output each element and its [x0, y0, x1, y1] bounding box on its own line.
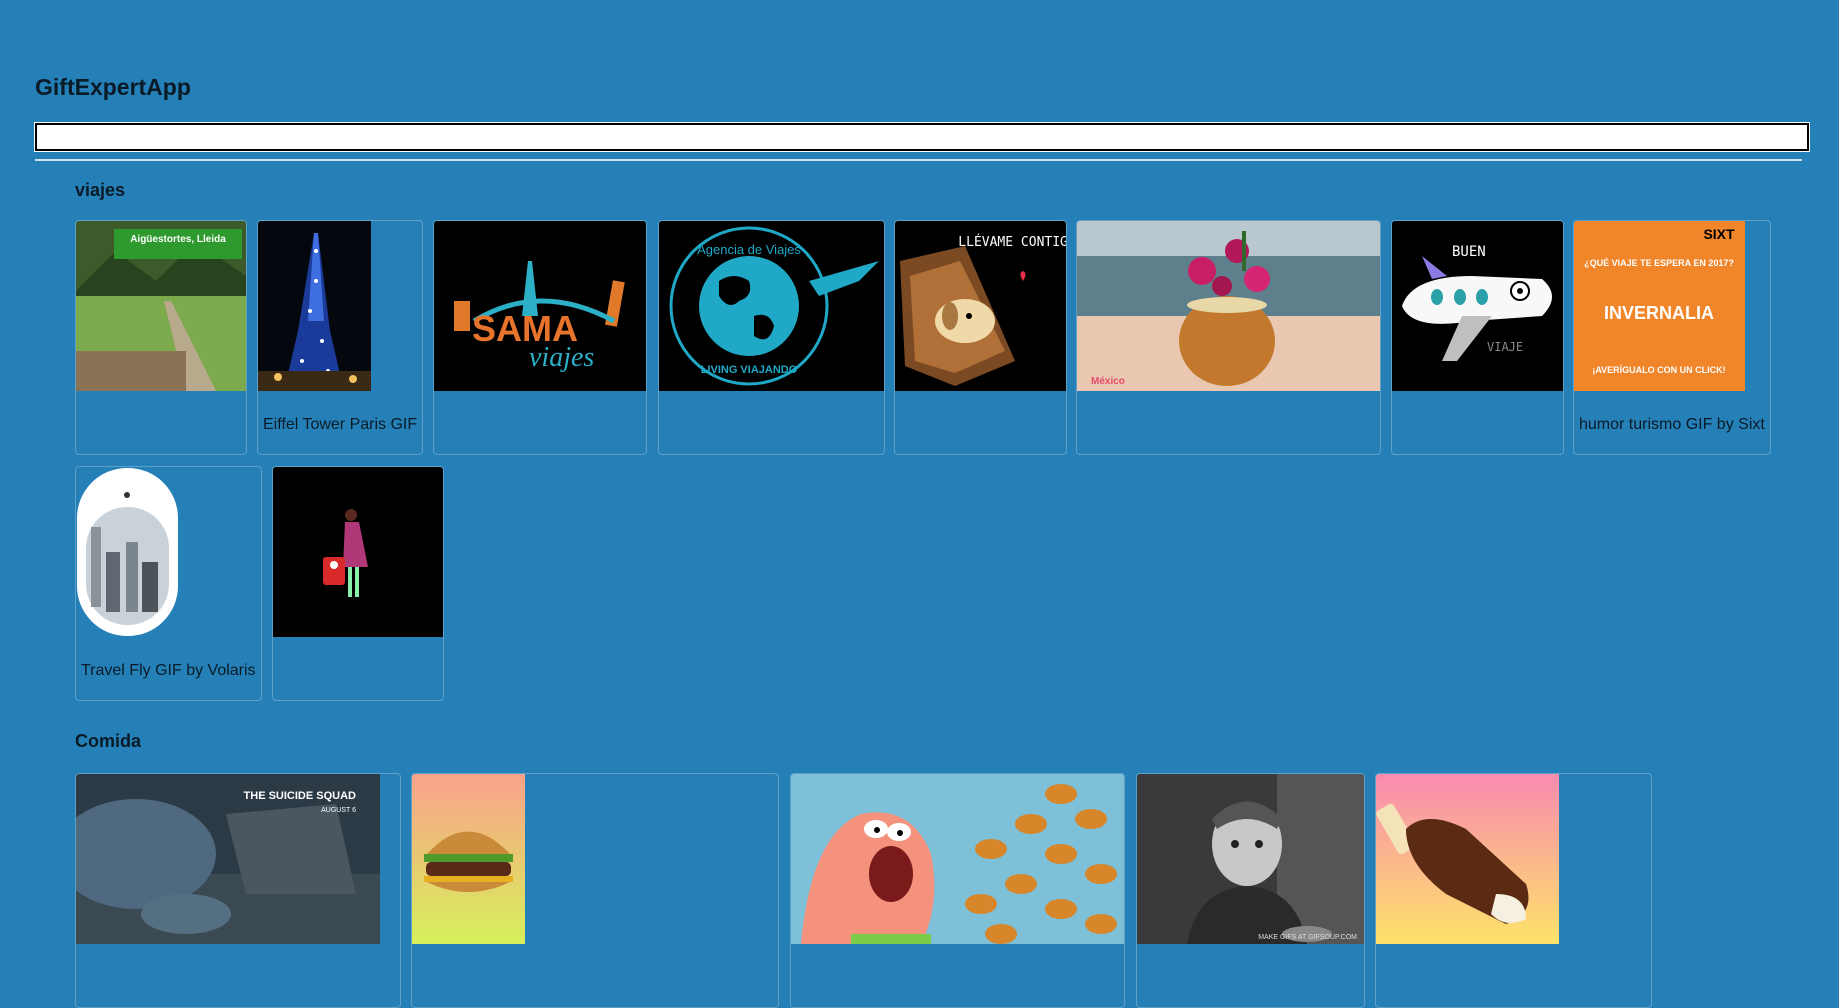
gif-line3: ¡AVERÍGUALO CON UN CLICK!	[1592, 365, 1725, 375]
gif-caption: Aigüestortes, Lleida	[130, 234, 226, 245]
gif-ring-top: Agencia de Viajes	[697, 242, 801, 257]
gif-caption-top: BUEN	[1452, 244, 1486, 260]
header-divider	[35, 159, 1802, 161]
gif-card[interactable]: Aigüestortes, Lleida	[75, 220, 247, 455]
gif-image: BUEN VIAJE	[1392, 221, 1563, 391]
gif-card[interactable]: SIXT ¿QUÉ VIAJE TE ESPERA EN 2017? INVER…	[1573, 220, 1771, 455]
gif-image: Aigüestortes, Lleida	[76, 221, 246, 391]
gif-image	[791, 774, 1124, 944]
gif-caption: THE SUICIDE SQUAD	[244, 790, 357, 802]
gif-caption-sub: AUGUST 6	[321, 807, 356, 814]
gif-card[interactable]	[272, 466, 444, 701]
gif-image: SIXT ¿QUÉ VIAJE TE ESPERA EN 2017? INVER…	[1574, 221, 1745, 391]
gif-image	[273, 467, 443, 637]
gif-image: LLÉVAME CONTIGO	[895, 221, 1066, 391]
category-title-comida: Comida	[75, 731, 142, 751]
search-input[interactable]	[34, 122, 1810, 152]
gif-brand: SIXT	[1703, 226, 1735, 242]
gif-card[interactable]	[790, 773, 1125, 1008]
gif-card[interactable]	[411, 773, 779, 1008]
gif-card[interactable]: MAKE GIFS AT GIFSOUP.COM	[1136, 773, 1365, 1008]
gif-card[interactable]: México	[1076, 220, 1381, 455]
gif-card[interactable]: Eiffel Tower Paris GIF	[257, 220, 423, 455]
gif-title: Travel Fly GIF by Volaris	[81, 662, 256, 679]
gif-caption: MAKE GIFS AT GIFSOUP.COM	[1258, 934, 1357, 941]
gif-image	[258, 221, 371, 391]
gif-card[interactable]: LLÉVAME CONTIGO	[894, 220, 1067, 455]
gif-caption-bottom: VIAJE	[1487, 340, 1523, 354]
gif-image	[412, 774, 525, 944]
gif-card[interactable]: THE SUICIDE SQUAD AUGUST 6	[75, 773, 401, 1008]
gif-image: México	[1077, 221, 1380, 391]
gif-image: THE SUICIDE SQUAD AUGUST 6	[76, 774, 380, 944]
gif-card[interactable]: BUEN VIAJE	[1391, 220, 1564, 455]
gif-card[interactable]	[1375, 773, 1652, 1008]
gif-title: humor turismo GIF by Sixt	[1579, 416, 1765, 433]
category-title-viajes: viajes	[75, 180, 126, 200]
gif-card[interactable]: Agencia de Viajes LIVING VIAJANDO	[658, 220, 885, 455]
gif-image: SAMA viajes	[434, 221, 646, 391]
gif-image: Agencia de Viajes LIVING VIAJANDO	[659, 221, 884, 391]
gif-image	[76, 467, 179, 637]
gif-image: MAKE GIFS AT GIFSOUP.COM	[1137, 774, 1364, 944]
gif-line1: ¿QUÉ VIAJE TE ESPERA EN 2017?	[1584, 258, 1734, 268]
gif-line2: INVERNALIA	[1604, 303, 1714, 323]
gif-ring-bottom: LIVING VIAJANDO	[701, 364, 798, 376]
app-title: GiftExpertApp	[35, 74, 191, 100]
gif-card[interactable]: SAMA viajes	[433, 220, 647, 455]
gif-caption: LLÉVAME CONTIGO	[958, 234, 1066, 250]
gif-card[interactable]: Travel Fly GIF by Volaris	[75, 466, 262, 701]
gif-logo-sub: viajes	[529, 342, 594, 373]
gif-image	[1376, 774, 1559, 944]
gif-caption: México	[1091, 376, 1125, 387]
gif-title: Eiffel Tower Paris GIF	[263, 416, 418, 433]
